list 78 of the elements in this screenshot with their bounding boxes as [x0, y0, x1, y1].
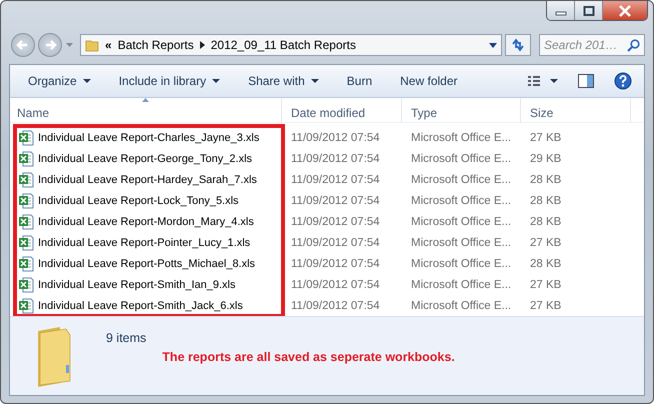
minimize-button[interactable] [547, 1, 575, 20]
item-count: 9 items [106, 331, 146, 345]
type-cell-text: Microsoft Office E... [410, 174, 512, 186]
spreadsheet-file-icon [18, 256, 34, 272]
size-cell-text: 27 KB [529, 300, 562, 312]
date-cell-text: 11/09/2012 07:54 [290, 194, 381, 206]
toolbar-button[interactable]: Include in library [110, 70, 230, 92]
size-cell-text: 28 KB [529, 174, 562, 186]
close-icon [618, 4, 632, 16]
close-button[interactable] [603, 1, 647, 20]
file-name[interactable]: Individual Leave Report-Lock_Tony_5.xls [38, 194, 239, 206]
caret-icon [82, 79, 91, 83]
file-name[interactable]: Individual Leave Report-Smith_Ian_9.xls [38, 278, 236, 290]
annotation-text: The reports are all saved as seperate workbooks. [162, 350, 455, 364]
type-cell-text: Microsoft Office E... [410, 152, 512, 164]
type-cell-text: Microsoft Office E... [410, 132, 512, 144]
date-cell-text: 11/09/2012 07:54 [290, 236, 381, 248]
search-icon[interactable] [627, 39, 640, 52]
date-cell-text: 11/09/2012 07:54 [290, 300, 381, 312]
maximize-button[interactable] [575, 1, 603, 20]
type-cell-text: Microsoft Office E... [410, 300, 512, 312]
type-cell-text: Microsoft Office E... [410, 216, 512, 228]
toolbar-button[interactable]: New folder [391, 70, 466, 92]
file-name[interactable]: Individual Leave Report-George_Tony_2.xls [38, 152, 252, 164]
column-header[interactable]: Size [521, 98, 631, 122]
caret-icon[interactable] [489, 42, 497, 48]
spreadsheet-file-icon [18, 130, 34, 146]
date-cell-text: 11/09/2012 07:54 [290, 258, 381, 270]
file-name[interactable]: Individual Leave Report-Hardey_Sarah_7.xls [38, 174, 257, 186]
breadcrumb-item[interactable]: 2012_09_11 Batch Reports [210, 38, 356, 52]
type-cell-text: Microsoft Office E... [410, 236, 512, 248]
address-bar[interactable]: « Batch Reports 2012_09_11 Batch Reports [80, 34, 502, 56]
file-name[interactable]: Individual Leave Report-Smith_Jack_6.xls [38, 300, 243, 312]
date-cell-text: 11/09/2012 07:54 [290, 132, 381, 144]
caret-icon [310, 79, 319, 83]
toolbar-button[interactable]: Burn [338, 70, 382, 92]
spreadsheet-file-icon [18, 276, 34, 292]
type-cell-text: Microsoft Office E... [410, 194, 512, 206]
folder-icon [85, 38, 99, 52]
size-cell-text: 29 KB [529, 152, 562, 164]
type-cell-text: Microsoft Office E... [410, 278, 512, 290]
caret-icon [212, 79, 220, 83]
spreadsheet-file-icon [18, 192, 34, 208]
type-cell-text: Microsoft Office E... [410, 258, 512, 270]
toolbar-button[interactable]: Share with [239, 70, 328, 92]
date-cell-text: 11/09/2012 07:54 [290, 152, 381, 164]
date-cell-text: 11/09/2012 07:54 [290, 216, 381, 228]
size-cell-text: 27 KB [529, 132, 562, 144]
sort-arrow-icon [142, 98, 148, 102]
forward-button[interactable] [38, 33, 62, 58]
back-button[interactable] [11, 33, 35, 58]
size-cell-text: 28 KB [529, 258, 562, 270]
file-name[interactable]: Individual Leave Report-Mordon_Mary_4.xls [38, 216, 254, 228]
spreadsheet-file-icon [18, 214, 34, 230]
maximize-icon [582, 6, 594, 16]
size-cell-text: 27 KB [529, 278, 562, 290]
column-header[interactable]: Date modified [282, 98, 402, 122]
file-name[interactable]: Individual Leave Report-Charles_Jayne_3.xls [38, 132, 260, 144]
refresh-button[interactable] [505, 34, 531, 56]
breadcrumb-arrow-icon[interactable] [200, 41, 205, 50]
search-field[interactable]: Search 201… [539, 34, 645, 56]
overflow-chevron[interactable]: « [105, 38, 112, 52]
size-cell-text: 28 KB [529, 216, 562, 228]
date-cell-text: 11/09/2012 07:54 [290, 174, 381, 186]
size-cell-text: 27 KB [529, 236, 562, 248]
file-name[interactable]: Individual Leave Report-Pointer_Lucy_1.xls [38, 236, 250, 248]
toolbar-button[interactable]: Organize [19, 70, 100, 92]
date-cell-text: 11/09/2012 07:54 [290, 278, 381, 290]
spreadsheet-file-icon [18, 150, 34, 166]
breadcrumb-item[interactable]: Batch Reports [118, 38, 194, 52]
refresh-icon [510, 38, 526, 52]
spreadsheet-file-icon [18, 234, 34, 250]
file-name[interactable]: Individual Leave Report-Potts_Michael_8.xls [38, 258, 256, 270]
column-header[interactable]: Type [402, 98, 521, 122]
spreadsheet-file-icon [18, 298, 34, 314]
column-header[interactable]: Name [10, 98, 282, 122]
spreadsheet-file-icon [18, 172, 34, 188]
size-cell-text: 28 KB [529, 194, 562, 206]
